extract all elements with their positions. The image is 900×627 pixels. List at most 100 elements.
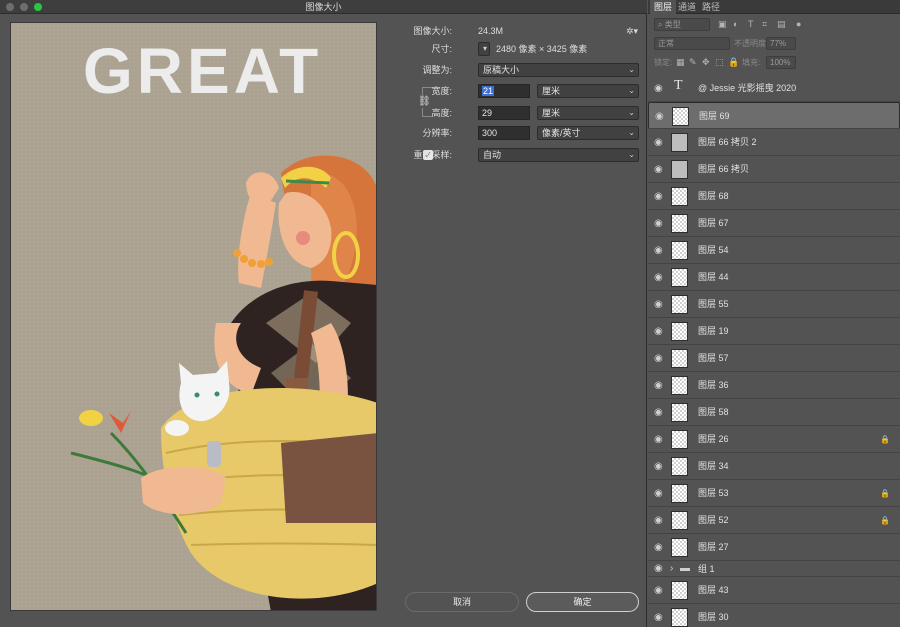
image-preview[interactable]: GREAT — [10, 22, 377, 611]
layer-row[interactable]: ◉ 图层 55 — [648, 291, 900, 318]
layer-row[interactable]: ◉ 图层 54 — [648, 237, 900, 264]
width-label: 宽度: — [431, 86, 452, 96]
eye-visibility-icon[interactable]: ◉ — [654, 218, 665, 229]
eye-visibility-icon[interactable]: ◉ — [654, 488, 665, 499]
eye-visibility-icon[interactable]: ◉ — [654, 585, 665, 596]
eye-visibility-icon[interactable]: ◉ — [655, 111, 666, 122]
lock-all-icon[interactable]: 🔒 — [728, 56, 739, 69]
resolution-input[interactable]: 300 — [478, 126, 530, 140]
layer-name: 图层 68 — [698, 191, 729, 201]
eye-visibility-icon[interactable]: ◉ — [654, 612, 665, 623]
dialog-title: 图像大小 — [305, 2, 342, 12]
lock-position-icon[interactable]: ✥ — [702, 56, 710, 69]
layers-panel: 图层 通道 路径 ⌕ 类型 ▣ ◐ T ⌗ ▤ ● 正常 不透明度: 77% 锁… — [648, 0, 900, 627]
type-filter-icon[interactable]: T — [748, 18, 754, 31]
layer-name: 图层 19 — [698, 326, 729, 336]
resolution-unit-dropdown[interactable]: 像素/英寸 ⌄ — [537, 126, 639, 140]
filter-toggle-icon[interactable]: ● — [796, 18, 801, 31]
layer-row[interactable]: ◉ 图层 34 — [648, 453, 900, 480]
lock-artboard-icon[interactable]: ⬚ — [715, 56, 724, 69]
layer-row[interactable]: ◉ 图层 36 — [648, 372, 900, 399]
resolution-unit: 像素/英寸 — [542, 128, 581, 138]
shape-filter-icon[interactable]: ⌗ — [762, 18, 767, 31]
folder-icon: ▬ — [680, 563, 690, 574]
blend-mode-dropdown[interactable]: 正常 — [654, 37, 730, 50]
layer-row[interactable]: ◉ T @ Jessie 光影摇曳 2020 — [648, 75, 900, 102]
height-unit-dropdown[interactable]: 厘米 ⌄ — [537, 106, 639, 120]
layer-name: @ Jessie 光影摇曳 2020 — [698, 83, 797, 93]
layer-row[interactable]: ◉ 图层 66 拷贝 2 — [648, 129, 900, 156]
layer-name: 图层 34 — [698, 461, 729, 471]
chevron-down-icon: ⌄ — [628, 108, 635, 117]
zoom-window-icon[interactable] — [34, 3, 42, 11]
layer-row[interactable]: ◉ 图层 67 — [648, 210, 900, 237]
text-layer-icon: T — [674, 78, 683, 93]
eye-visibility-icon[interactable]: ◉ — [654, 299, 665, 310]
layer-row[interactable]: ◉ 图层 53 🔒 — [648, 480, 900, 507]
eye-visibility-icon[interactable]: ◉ — [654, 353, 665, 364]
eye-visibility-icon[interactable]: ◉ — [654, 407, 665, 418]
eye-visibility-icon[interactable]: ◉ — [654, 164, 665, 175]
tab-layers[interactable]: 图层 — [650, 0, 677, 14]
dimensions-unit-dropdown[interactable]: ▾ — [478, 42, 490, 56]
eye-visibility-icon[interactable]: ◉ — [654, 515, 665, 526]
ok-button[interactable]: 确定 — [526, 592, 639, 612]
lock-label: 锁定: — [654, 58, 673, 67]
eye-visibility-icon[interactable]: ◉ — [654, 563, 665, 574]
layer-thumbnail — [671, 214, 688, 233]
eye-visibility-icon[interactable]: ◉ — [654, 461, 665, 472]
layer-thumbnail — [671, 457, 688, 476]
width-input[interactable]: 21 — [478, 84, 530, 98]
eye-visibility-icon[interactable]: ◉ — [654, 380, 665, 391]
cancel-button[interactable]: 取消 — [405, 592, 519, 612]
eye-visibility-icon[interactable]: ◉ — [654, 191, 665, 202]
expand-arrow-icon[interactable]: › — [670, 563, 673, 575]
layer-row[interactable]: ◉ 图层 69 — [648, 102, 900, 129]
layer-name: 图层 55 — [698, 299, 729, 309]
lock-paint-icon[interactable]: ✎ — [689, 56, 697, 69]
gear-icon[interactable]: ✲▾ — [626, 24, 638, 38]
layer-row[interactable]: ◉ 图层 66 拷贝 — [648, 156, 900, 183]
layer-row[interactable]: ◉ 图层 26 🔒 — [648, 426, 900, 453]
dimensions-value: 2480 像素 × 3425 像素 — [496, 44, 588, 54]
layer-row[interactable]: ◉ 图层 30 — [648, 604, 900, 627]
layer-row[interactable]: ◉ 图层 27 — [648, 534, 900, 561]
width-unit-dropdown[interactable]: 厘米 ⌄ — [537, 84, 639, 98]
pixel-filter-icon[interactable]: ▣ — [718, 18, 727, 31]
dialog-titlebar[interactable]: 图像大小 — [0, 0, 647, 14]
eye-visibility-icon[interactable]: ◉ — [654, 326, 665, 337]
layer-row[interactable]: ◉ 图层 52 🔒 — [648, 507, 900, 534]
layer-row[interactable]: ◉ 图层 58 — [648, 399, 900, 426]
layer-row[interactable]: ◉ 图层 44 — [648, 264, 900, 291]
eye-visibility-icon[interactable]: ◉ — [654, 542, 665, 553]
tab-paths[interactable]: 路径 — [698, 0, 724, 14]
eye-visibility-icon[interactable]: ◉ — [654, 137, 665, 148]
opacity-input[interactable]: 77% — [766, 37, 796, 50]
height-input[interactable]: 29 — [478, 106, 530, 120]
resample-dropdown[interactable]: 自动 ⌄ — [478, 148, 639, 162]
layer-thumbnail — [671, 187, 688, 206]
illustration-artwork: GREAT — [11, 23, 376, 610]
smart-object-filter-icon[interactable]: ▤ — [777, 18, 786, 31]
layer-row[interactable]: ◉ › ▬ 组 1 — [648, 561, 900, 577]
eye-visibility-icon[interactable]: ◉ — [654, 245, 665, 256]
width-unit: 厘米 — [542, 86, 561, 96]
layer-thumbnail — [671, 608, 688, 627]
lock-transparent-icon[interactable]: ▦ — [676, 56, 685, 69]
eye-visibility-icon[interactable]: ◉ — [654, 83, 665, 94]
chevron-down-icon: ⌄ — [628, 65, 635, 74]
layer-row[interactable]: ◉ 图层 68 — [648, 183, 900, 210]
adjustment-filter-icon[interactable]: ◐ — [733, 18, 738, 31]
tab-channels[interactable]: 通道 — [674, 0, 700, 14]
fit-to-dropdown[interactable]: 原稿大小 ⌄ — [478, 63, 639, 77]
eye-visibility-icon[interactable]: ◉ — [654, 434, 665, 445]
layer-row[interactable]: ◉ 图层 43 — [648, 577, 900, 604]
layer-row[interactable]: ◉ 图层 19 — [648, 318, 900, 345]
minimize-window-icon[interactable] — [20, 3, 28, 11]
layer-row[interactable]: ◉ 图层 57 — [648, 345, 900, 372]
layer-filter-dropdown[interactable]: ⌕ 类型 — [654, 18, 710, 31]
resolution-value: 300 — [482, 128, 498, 138]
eye-visibility-icon[interactable]: ◉ — [654, 272, 665, 283]
fill-input[interactable]: 100% — [766, 56, 796, 69]
close-window-icon[interactable] — [6, 3, 14, 11]
